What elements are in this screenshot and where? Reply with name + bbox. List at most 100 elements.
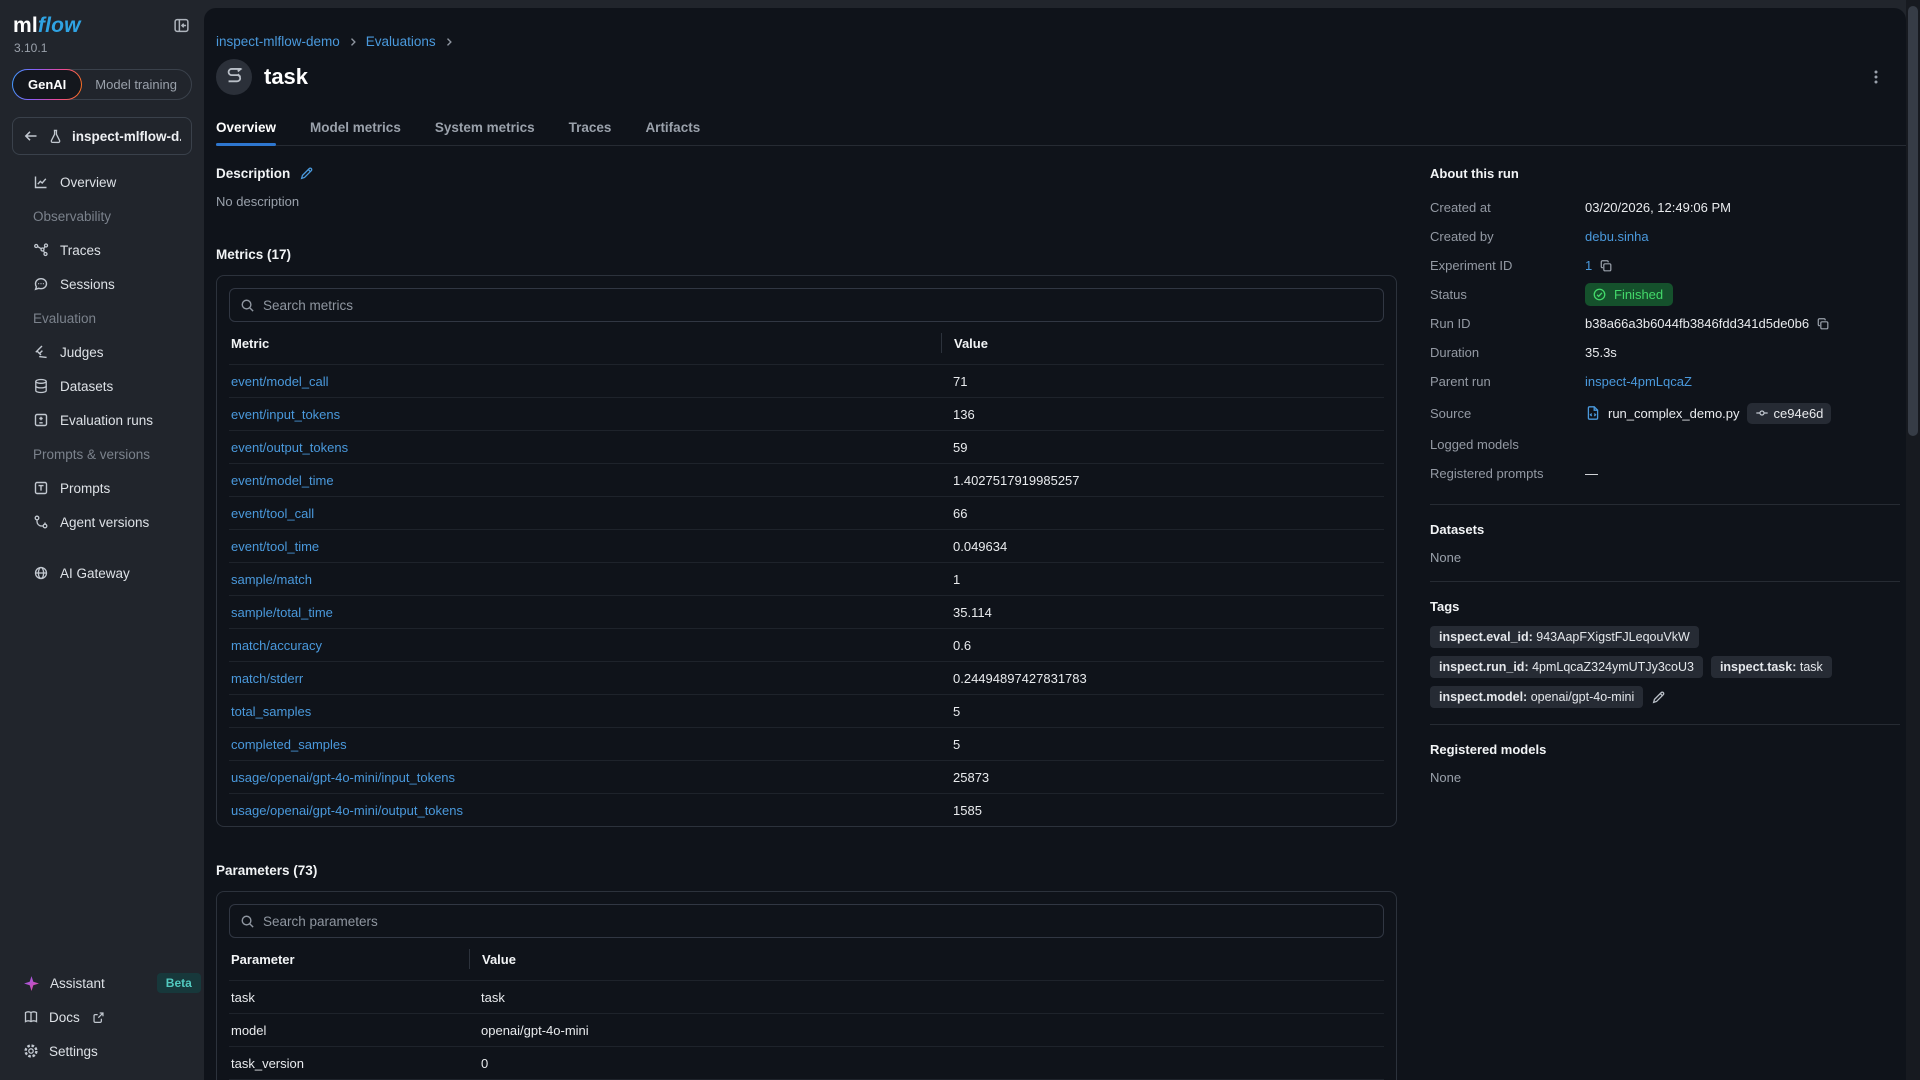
table-row: task_version0 xyxy=(229,1046,1384,1079)
metric-link[interactable]: total_samples xyxy=(231,704,311,719)
table-row: event/tool_time0.049634 xyxy=(229,529,1384,562)
search-icon xyxy=(240,914,255,929)
parent-run-link[interactable]: inspect-4pmLqcaZ xyxy=(1585,374,1692,389)
about-row-parent-run: Parent run inspect-4pmLqcaZ xyxy=(1430,367,1900,396)
parameters-section-title: Parameters (73) xyxy=(216,863,1397,878)
table-row: event/model_time1.4027517919985257 xyxy=(229,463,1384,496)
mlflow-logo[interactable]: mlflow xyxy=(13,14,81,38)
tab-system-metrics[interactable]: System metrics xyxy=(435,120,535,145)
edit-tags-icon[interactable] xyxy=(1651,690,1666,705)
sidebar-section-prompts-versions: Prompts & versions xyxy=(0,437,204,471)
about-section-title: About this run xyxy=(1430,166,1900,181)
experiment-selector[interactable]: inspect-mlflow-d... xyxy=(12,117,192,155)
sidebar-item-datasets[interactable]: Datasets xyxy=(0,369,204,403)
back-arrow-icon[interactable] xyxy=(23,128,39,144)
sidebar-item-sessions[interactable]: Sessions xyxy=(0,267,204,301)
metric-link[interactable]: match/stderr xyxy=(231,671,303,686)
created-by-link[interactable]: debu.sinha xyxy=(1585,229,1649,244)
tab-bar: Overview Model metrics System metrics Tr… xyxy=(216,120,1906,146)
metric-link[interactable]: usage/openai/gpt-4o-mini/input_tokens xyxy=(231,770,455,785)
run-type-icon xyxy=(216,59,252,95)
sidebar-item-ai-gateway[interactable]: AI Gateway xyxy=(0,556,204,590)
sidebar-item-traces[interactable]: Traces xyxy=(0,233,204,267)
sidebar-item-overview[interactable]: Overview xyxy=(0,165,204,199)
table-row: sample/total_time35.114 xyxy=(229,595,1384,628)
tag-chip: inspect.modelopenai/gpt-4o-mini xyxy=(1430,686,1643,708)
tab-traces[interactable]: Traces xyxy=(569,120,612,145)
table-row: match/stderr0.24494897427831783 xyxy=(229,661,1384,694)
metric-link[interactable]: event/tool_time xyxy=(231,539,319,554)
scrollbar-thumb[interactable] xyxy=(1908,6,1918,436)
commit-icon xyxy=(1755,406,1769,420)
divider xyxy=(1430,504,1900,505)
file-code-icon xyxy=(1585,405,1601,421)
scrollbar-track[interactable] xyxy=(1906,0,1920,1080)
toggle-genai[interactable]: GenAI xyxy=(12,69,82,100)
copy-icon[interactable] xyxy=(1816,317,1830,331)
breadcrumb-evaluations-link[interactable]: Evaluations xyxy=(366,34,436,49)
tag-chip: inspect.run_id4pmLqcaZ324ymUTJy3coU3 xyxy=(1430,656,1703,678)
check-circle-icon xyxy=(1592,287,1607,302)
experiment-id-link[interactable]: 1 xyxy=(1585,258,1592,273)
metric-link[interactable]: event/model_call xyxy=(231,374,329,389)
metric-link[interactable]: event/model_time xyxy=(231,473,334,488)
chart-line-icon xyxy=(33,174,49,190)
metrics-section-title: Metrics (17) xyxy=(216,247,1397,262)
tab-artifacts[interactable]: Artifacts xyxy=(645,120,700,145)
metric-link[interactable]: match/accuracy xyxy=(231,638,322,653)
table-row: modelopenai/gpt-4o-mini xyxy=(229,1013,1384,1046)
metric-link[interactable]: event/output_tokens xyxy=(231,440,348,455)
kebab-menu-icon[interactable] xyxy=(1864,65,1888,89)
table-row: sample/match1 xyxy=(229,562,1384,595)
assistant-button[interactable]: Assistant Beta xyxy=(23,966,192,1000)
about-row-created-at: Created at 03/20/2026, 12:49:06 PM xyxy=(1430,193,1900,222)
experiment-name: inspect-mlflow-d... xyxy=(72,129,181,144)
eval-runs-icon xyxy=(33,412,49,428)
toggle-model-training[interactable]: Model training xyxy=(81,77,191,92)
table-row: event/output_tokens59 xyxy=(229,430,1384,463)
metric-link[interactable]: event/tool_call xyxy=(231,506,314,521)
tab-overview[interactable]: Overview xyxy=(216,120,276,145)
table-row: event/model_call71 xyxy=(229,364,1384,397)
metric-link[interactable]: sample/total_time xyxy=(231,605,333,620)
sidebar-item-evaluation-runs[interactable]: Evaluation runs xyxy=(0,403,204,437)
copy-icon[interactable] xyxy=(1599,259,1613,273)
prompt-icon xyxy=(33,480,49,496)
datasets-section-title: Datasets xyxy=(1430,522,1900,537)
search-icon xyxy=(240,298,255,313)
about-row-logged-models: Logged models xyxy=(1430,430,1900,459)
metric-link[interactable]: event/input_tokens xyxy=(231,407,340,422)
breadcrumb-experiment-link[interactable]: inspect-mlflow-demo xyxy=(216,34,340,49)
table-row: event/input_tokens136 xyxy=(229,397,1384,430)
sidebar-item-agent-versions[interactable]: Agent versions xyxy=(0,505,204,539)
sidebar: mlflow 3.10.1 GenAI Model training inspe… xyxy=(0,0,204,1080)
docs-link[interactable]: Docs xyxy=(23,1000,192,1034)
metric-link[interactable]: usage/openai/gpt-4o-mini/output_tokens xyxy=(231,803,463,818)
about-row-duration: Duration 35.3s xyxy=(1430,338,1900,367)
search-parameters-input[interactable]: Search parameters xyxy=(229,904,1384,938)
commit-chip[interactable]: ce94e6d xyxy=(1747,403,1832,424)
sparkle-icon xyxy=(23,975,40,992)
tag-chip: inspect.tasktask xyxy=(1711,656,1832,678)
sidebar-item-judges[interactable]: Judges xyxy=(0,335,204,369)
collapse-sidebar-icon[interactable] xyxy=(173,17,190,34)
settings-button[interactable]: Settings xyxy=(23,1034,192,1068)
external-link-icon xyxy=(92,1011,105,1024)
registered-models-value: None xyxy=(1430,770,1900,785)
app-version: 3.10.1 xyxy=(0,38,204,55)
metric-link[interactable]: completed_samples xyxy=(231,737,347,752)
experiment-flask-icon xyxy=(48,129,63,144)
chat-bubble-icon xyxy=(33,276,49,292)
edit-description-icon[interactable] xyxy=(299,166,314,181)
tags-section-title: Tags xyxy=(1430,599,1900,614)
about-row-source: Source run_complex_demo.py ce94e6d xyxy=(1430,396,1900,430)
source-file-name[interactable]: run_complex_demo.py xyxy=(1608,406,1740,421)
registered-models-section-title: Registered models xyxy=(1430,742,1900,757)
table-row: completed_samples5 xyxy=(229,727,1384,760)
search-metrics-input[interactable]: Search metrics xyxy=(229,288,1384,322)
metric-link[interactable]: sample/match xyxy=(231,572,312,587)
tab-model-metrics[interactable]: Model metrics xyxy=(310,120,401,145)
parameters-card: Search parameters Parameter Value taskta… xyxy=(216,891,1397,1080)
datasets-value: None xyxy=(1430,550,1900,565)
sidebar-item-prompts[interactable]: Prompts xyxy=(0,471,204,505)
